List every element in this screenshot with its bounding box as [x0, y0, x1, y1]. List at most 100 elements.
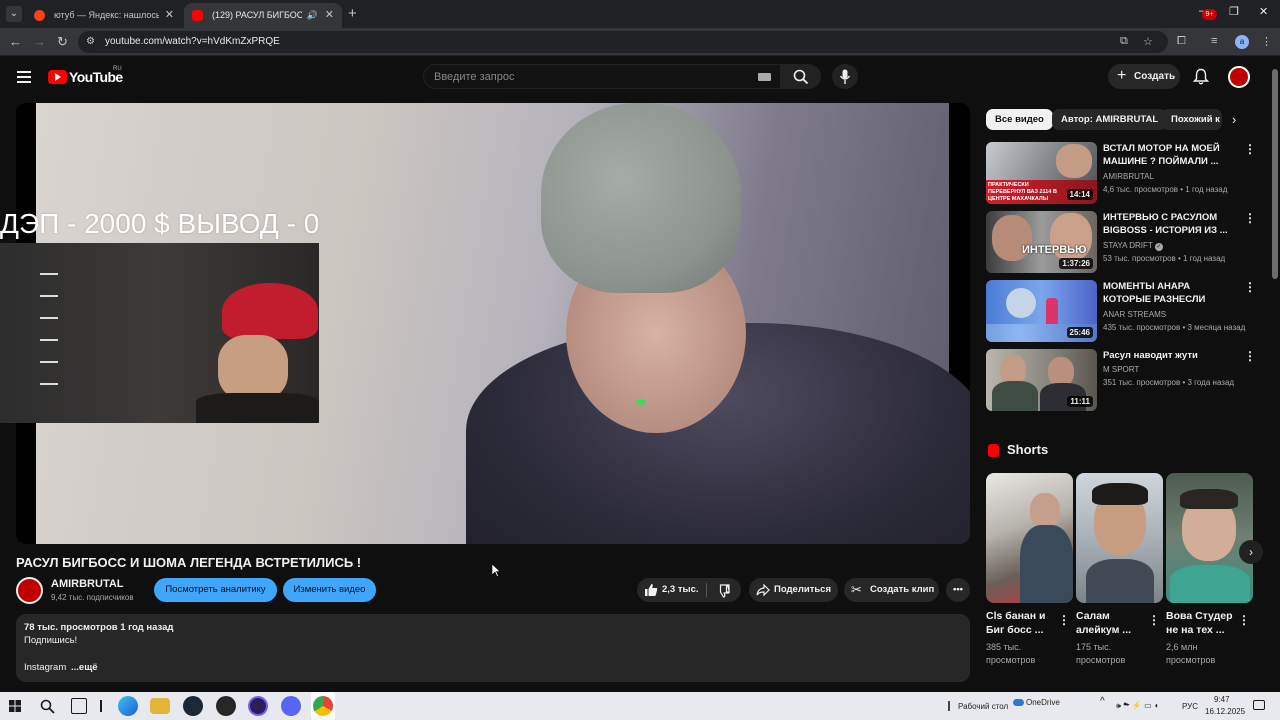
back-button[interactable]: ←: [9, 34, 22, 49]
more-vertical-icon[interactable]: ⋮: [1244, 211, 1256, 225]
chrome-icon[interactable]: [313, 696, 333, 716]
more-vertical-icon[interactable]: ⋮: [1238, 613, 1250, 627]
taskbar-search-icon[interactable]: [40, 699, 55, 714]
tab-search-button[interactable]: ⌄: [6, 6, 22, 22]
more-vertical-icon[interactable]: ⋮: [1148, 613, 1160, 627]
chip-all-videos[interactable]: Все видео: [986, 109, 1053, 130]
like-count[interactable]: 2,3 тыс.: [662, 584, 699, 595]
tray-icons[interactable]: 🕪 ☁ ⚡ ▭ ◖: [1116, 701, 1159, 711]
windows-start-icon[interactable]: [9, 700, 21, 712]
recommendation-channel[interactable]: ANAR STREAMS: [1103, 310, 1166, 319]
recommendation-title[interactable]: МОМЕНТЫ АНАРА КОТОРЫЕ РАЗНЕСЛИ ВЕСЬ ТВИЧ: [1103, 280, 1233, 307]
notifications-button[interactable]: [1192, 68, 1210, 90]
short-thumbnail[interactable]: [1076, 473, 1163, 603]
recommendation-item[interactable]: 25:46 МОМЕНТЫ АНАРА КОТОРЫЕ РАЗНЕСЛИ ВЕС…: [986, 280, 1256, 342]
search-button[interactable]: [781, 64, 821, 89]
recommendation-title[interactable]: Расул наводит жути: [1103, 349, 1233, 362]
close-window-button[interactable]: ✕: [1259, 5, 1268, 18]
create-clip-button[interactable]: ✂ Создать клип: [844, 578, 939, 602]
edit-video-button[interactable]: Изменить видео: [283, 578, 376, 602]
chevron-up-icon[interactable]: ^: [1100, 696, 1105, 707]
description-line: Instagram: [24, 662, 67, 673]
new-tab-button[interactable]: +: [348, 5, 357, 22]
onedrive-label[interactable]: OneDrive: [1026, 698, 1060, 707]
speaker-icon[interactable]: 🔊: [307, 3, 318, 28]
profile-avatar[interactable]: a: [1235, 35, 1249, 49]
bookmark-star-icon[interactable]: ☆: [1143, 35, 1153, 48]
page-scrollbar[interactable]: [1270, 57, 1280, 692]
video-thumbnail[interactable]: 11:11: [986, 349, 1097, 411]
recommendation-channel[interactable]: STAYA DRIFT ✓: [1103, 241, 1163, 251]
video-thumbnail[interactable]: 25:46: [986, 280, 1097, 342]
short-thumbnail[interactable]: [1166, 473, 1253, 603]
recommendation-title[interactable]: ИНТЕРВЬЮ С РАСУЛОМ BIGBOSS - ИСТОРИЯ ИЗ …: [1103, 211, 1233, 237]
more-vertical-icon[interactable]: ⋮: [1244, 280, 1256, 294]
thumbs-up-icon[interactable]: [644, 583, 658, 597]
more-vertical-icon[interactable]: ⋮: [1244, 142, 1256, 156]
browser-menu-icon[interactable]: ⋮: [1261, 35, 1272, 48]
more-actions-button[interactable]: •••: [946, 578, 970, 602]
obs-icon[interactable]: [248, 696, 268, 716]
recommendation-item[interactable]: ИНТЕРВЬЮ 1:37:26 ИНТЕРВЬЮ С РАСУЛОМ BIGB…: [986, 211, 1256, 273]
channel-name[interactable]: AMIRBRUTAL: [51, 578, 124, 590]
notification-center-icon[interactable]: [1253, 700, 1265, 710]
voice-search-button[interactable]: [832, 64, 858, 89]
video-thumbnail[interactable]: ИНТЕРВЬЮ 1:37:26: [986, 211, 1097, 273]
clock-time[interactable]: 9:47: [1214, 695, 1230, 704]
more-vertical-icon[interactable]: ⋮: [1058, 613, 1070, 627]
extensions-icon[interactable]: ⧠: [1177, 35, 1186, 48]
recommendation-channel[interactable]: M SPORT: [1103, 365, 1139, 374]
desktop-toolbar-label[interactable]: Рабочий стол: [958, 702, 1008, 711]
browser-tab-yandex[interactable]: ютуб — Яндекс: нашлось 7 млн ✕: [26, 3, 182, 28]
chip-similar[interactable]: Похожий к: [1162, 109, 1222, 130]
browser-tab-youtube[interactable]: (129) РАСУЛ БИГБОСС И Ш 🔊 ✕: [184, 3, 342, 28]
search-input[interactable]: Введите запрос: [423, 64, 781, 89]
show-more-link[interactable]: ...ещё: [71, 662, 98, 673]
short-title[interactable]: Вова Студер не на тех ...: [1166, 609, 1236, 637]
view-analytics-button[interactable]: Посмотреть аналитику: [154, 578, 277, 602]
thumbnail-caption: ИНТЕРВЬЮ: [1022, 244, 1087, 256]
onedrive-icon[interactable]: [1013, 699, 1024, 706]
edge-browser-icon[interactable]: [118, 696, 138, 716]
create-button[interactable]: + Создать: [1108, 64, 1180, 89]
reload-button[interactable]: ↻: [57, 34, 68, 50]
streamer-webcam: [0, 243, 319, 423]
chevron-right-icon[interactable]: ›: [1239, 540, 1263, 564]
more-vertical-icon[interactable]: ⋮: [1244, 349, 1256, 363]
view-and-date: 78 тыс. просмотров 1 год назад: [24, 622, 174, 633]
install-app-icon[interactable]: ⧉: [1120, 35, 1128, 48]
forward-button[interactable]: →: [33, 34, 46, 49]
recommendation-channel[interactable]: AMIRBRUTAL: [1103, 172, 1154, 181]
keyboard-icon[interactable]: [758, 73, 771, 81]
channel-avatar[interactable]: [16, 577, 43, 604]
close-tab-icon[interactable]: ✕: [325, 3, 334, 28]
media-control-icon[interactable]: ≡: [1211, 35, 1217, 47]
clock-date[interactable]: 16.12.2025: [1205, 707, 1245, 716]
address-bar[interactable]: ⚙ youtube.com/watch?v=hVdKmZxPRQE ⧉ ☆: [78, 31, 1168, 53]
menu-icon[interactable]: [17, 71, 31, 86]
language-indicator[interactable]: РУС: [1182, 702, 1198, 711]
short-title[interactable]: Cls банан и Биг босс ...: [986, 609, 1056, 637]
short-title[interactable]: Салам алейкум ...: [1076, 609, 1146, 637]
share-button[interactable]: Поделиться: [749, 578, 838, 602]
chevron-right-icon[interactable]: ›: [1232, 112, 1236, 127]
windows-taskbar: Рабочий стол OneDrive ^ 🕪 ☁ ⚡ ▭ ◖ РУС 9:…: [0, 692, 1280, 720]
recommendation-title[interactable]: ВСТАЛ МОТОР НА МОЕЙ МАШИНЕ ? ПОЙМАЛИ ...: [1103, 142, 1233, 168]
recommendation-item[interactable]: ПРАКТИЧЕСКИ ПЕРЕВЕРНУЛ ВАЗ 2114 В ЦЕНТРЕ…: [986, 142, 1256, 204]
close-tab-icon[interactable]: ✕: [165, 3, 174, 28]
site-info-icon[interactable]: ⚙: [86, 36, 95, 47]
recommendation-item[interactable]: 11:11 Расул наводит жути M SPORT 351 тыс…: [986, 349, 1256, 411]
scrollbar-thumb[interactable]: [1272, 69, 1278, 279]
video-thumbnail[interactable]: ПРАКТИЧЕСКИ ПЕРЕВЕРНУЛ ВАЗ 2114 В ЦЕНТРЕ…: [986, 142, 1097, 204]
file-explorer-icon[interactable]: [150, 698, 170, 714]
steam-icon[interactable]: [183, 696, 203, 716]
task-view-icon[interactable]: [71, 698, 87, 714]
chip-author[interactable]: Автор: AMIRBRUTAL: [1052, 109, 1168, 130]
video-description[interactable]: 78 тыс. просмотров 1 год назад Подпишись…: [16, 614, 970, 682]
discord-icon[interactable]: [281, 696, 301, 716]
account-avatar[interactable]: [1228, 66, 1250, 88]
thumbs-down-icon[interactable]: [716, 584, 730, 598]
short-thumbnail[interactable]: [986, 473, 1073, 603]
restore-button[interactable]: ❐: [1229, 5, 1239, 18]
app-icon[interactable]: [216, 696, 236, 716]
